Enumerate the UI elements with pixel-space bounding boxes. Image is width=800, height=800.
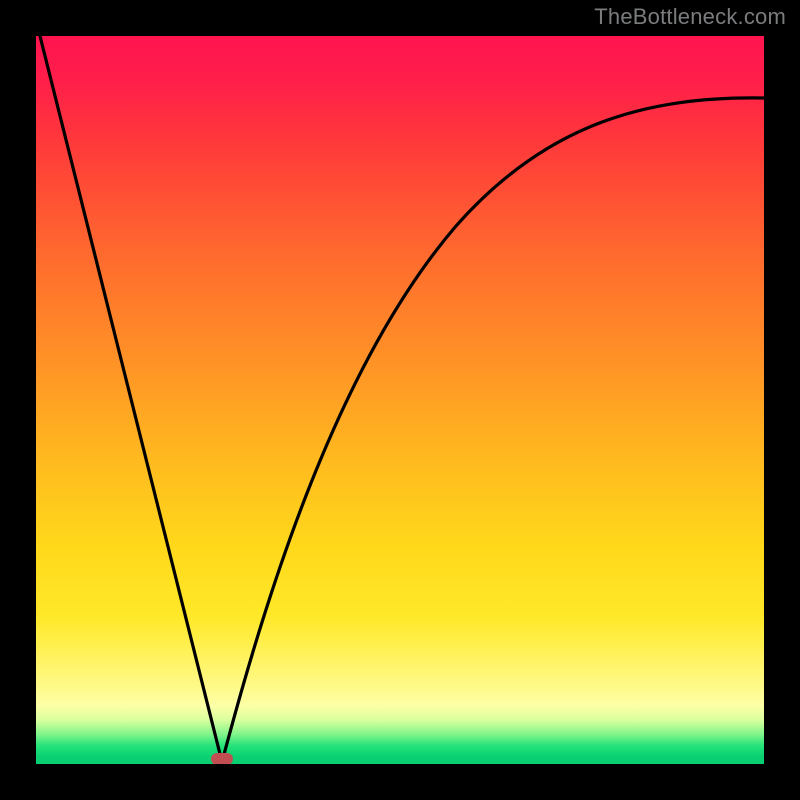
- watermark-text: TheBottleneck.com: [594, 4, 786, 30]
- plot-area: [36, 36, 764, 764]
- curve-left-branch: [40, 36, 222, 762]
- bottleneck-curve: [36, 36, 764, 764]
- curve-right-branch: [222, 98, 764, 762]
- chart-canvas: TheBottleneck.com: [0, 0, 800, 800]
- minimum-marker: [211, 753, 233, 764]
